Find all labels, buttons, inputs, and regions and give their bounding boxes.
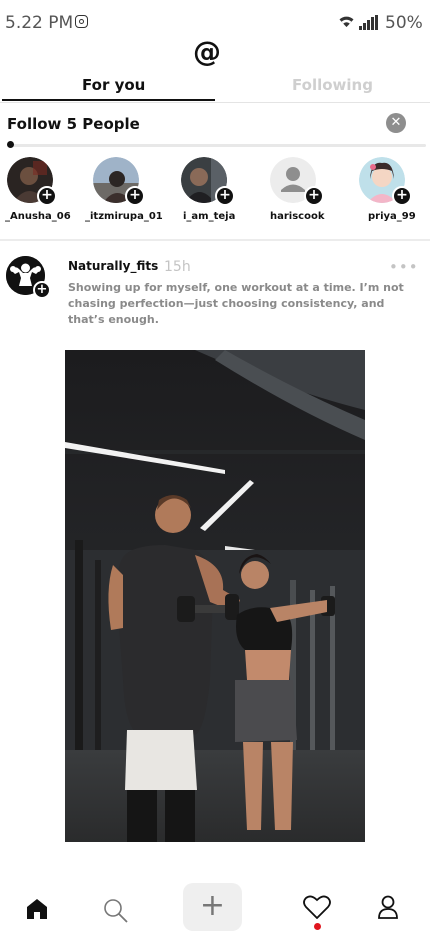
post-image[interactable] [65, 350, 365, 842]
follow-suggestions-title: Follow 5 People [7, 115, 140, 133]
add-follow-icon[interactable]: + [215, 186, 235, 206]
instagram-icon [75, 15, 88, 28]
close-icon[interactable]: ✕ [386, 113, 406, 133]
active-tab-indicator [2, 99, 215, 101]
add-follow-icon[interactable]: + [304, 186, 324, 206]
notification-dot [314, 923, 321, 930]
post-username[interactable]: Naturally_fits [68, 259, 158, 273]
suggested-username: _Anusha_06 [5, 211, 71, 222]
bottom-navigation: + [0, 878, 430, 932]
battery-percentage: 50% [385, 13, 423, 33]
tab-following[interactable]: Following [292, 76, 373, 94]
add-follow-icon[interactable]: + [37, 186, 57, 206]
tab-for-you[interactable]: For you [82, 76, 145, 94]
signal-icon [359, 15, 378, 30]
feed-tabs: For you Following [0, 70, 430, 103]
home-icon[interactable] [26, 898, 48, 919]
suggested-username: hariscook [270, 211, 325, 222]
suggested-username: priya_99 [368, 211, 416, 222]
threads-logo-icon[interactable]: @ [193, 38, 221, 66]
follow-progress-indicator [7, 141, 14, 148]
add-follow-icon[interactable]: + [125, 186, 145, 206]
post-timestamp: 15h [164, 259, 191, 275]
post-caption: Showing up for myself, one workout at a … [68, 281, 404, 326]
profile-icon[interactable] [377, 895, 399, 919]
status-time: 5.22 PM [5, 13, 74, 33]
add-follow-icon[interactable]: + [33, 281, 51, 299]
wifi-icon [339, 16, 354, 27]
more-options-icon[interactable]: ••• [389, 258, 419, 276]
suggested-username: _itzmirupa_01 [85, 211, 163, 222]
section-divider [0, 239, 430, 241]
suggested-people-row: + _Anusha_06 + _itzmirupa_01 + i_am_teja… [0, 157, 430, 237]
follow-suggestions-header: Follow 5 People [0, 103, 430, 143]
suggested-username: i_am_teja [183, 211, 236, 222]
follow-progress-track [8, 144, 426, 147]
create-icon[interactable]: + [183, 883, 242, 931]
heart-icon[interactable] [303, 895, 331, 919]
search-icon[interactable] [103, 898, 128, 923]
add-follow-icon[interactable]: + [392, 186, 412, 206]
